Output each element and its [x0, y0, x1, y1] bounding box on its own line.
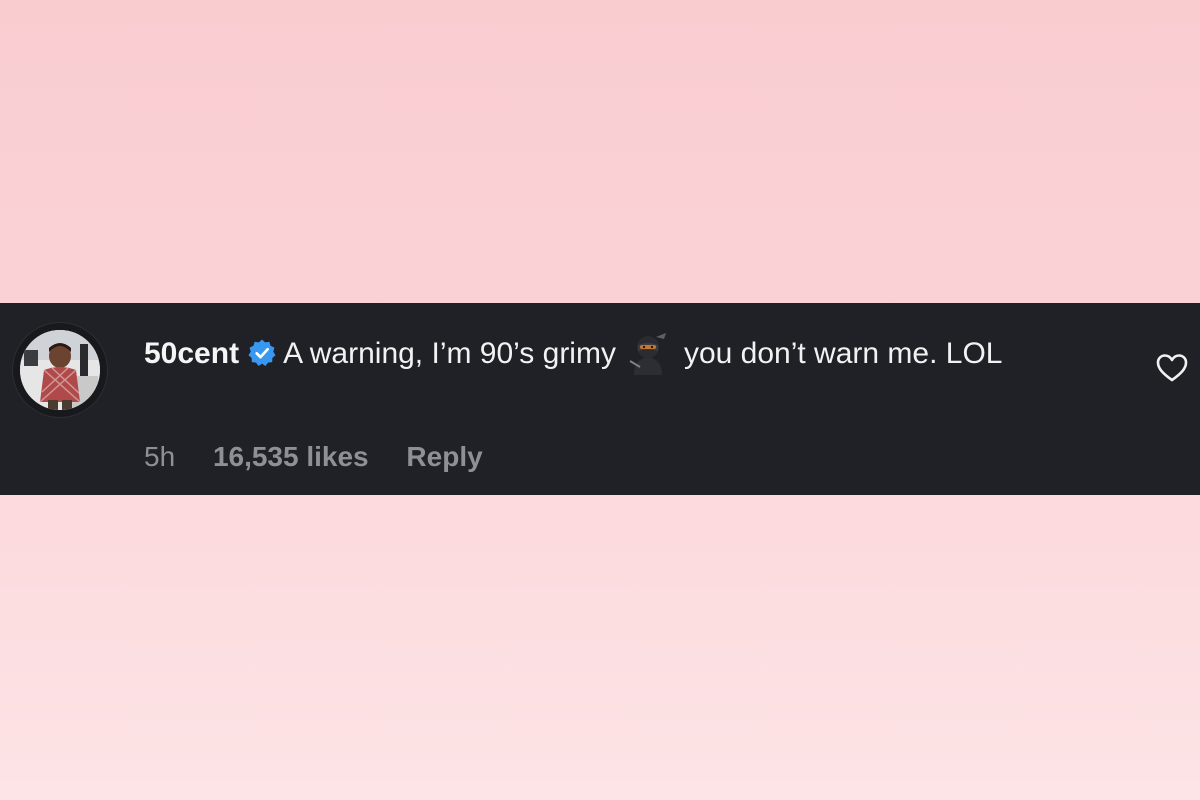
username-link[interactable]: 50cent [144, 337, 239, 370]
ninja-icon [629, 333, 666, 375]
comment-timestamp[interactable]: 5h [144, 437, 175, 477]
like-heart-icon[interactable] [1156, 353, 1188, 383]
verified-badge-icon [248, 339, 276, 367]
reply-button[interactable]: Reply [406, 437, 482, 477]
comment-text: 50cent A warning, I’m 90’s grimy you don… [144, 331, 1134, 376]
comment-meta: 5h 16,535 likes Reply [144, 437, 483, 477]
avatar[interactable] [12, 322, 108, 418]
likes-count[interactable]: 16,535 likes [213, 437, 369, 477]
comment-text-part2: you don’t warn me. LOL [683, 337, 1003, 370]
avatar-photo [20, 330, 100, 410]
comment-text-part1: A warning, I’m 90’s grimy [283, 337, 616, 370]
comment-card: 50cent A warning, I’m 90’s grimy you don… [0, 303, 1200, 495]
